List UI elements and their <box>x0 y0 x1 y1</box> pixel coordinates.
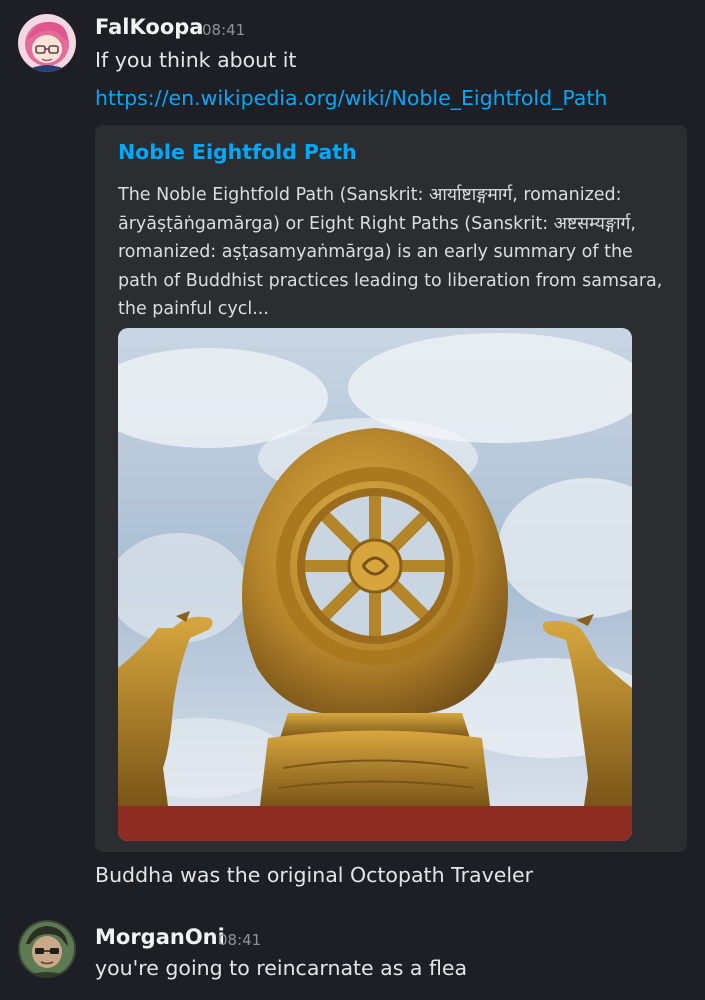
link-embed: Noble Eightfold Path The Noble Eightfold… <box>95 125 687 852</box>
embed-description-line: path of Buddhist practices leading to li… <box>118 270 663 291</box>
dharma-wheel-image <box>118 328 632 841</box>
anime-avatar-icon <box>18 14 76 72</box>
embed-description-line: the painful cycl... <box>118 299 269 319</box>
embed-description-line: The Noble Eightfold Path (Sanskrit: आर्य… <box>118 185 622 205</box>
embed-description: The Noble Eightfold Path (Sanskrit: आर्य… <box>118 181 678 324</box>
character-avatar-icon <box>18 920 76 978</box>
avatar-falkoopa[interactable] <box>18 14 76 72</box>
author-name[interactable]: FalKoopa <box>95 15 203 39</box>
wikipedia-link[interactable]: https://en.wikipedia.org/wiki/Noble_Eigh… <box>95 86 607 110</box>
avatar-morganoni[interactable] <box>18 920 76 978</box>
embed-image[interactable] <box>118 328 632 841</box>
embed-description-line: āryāṣṭāṅgamārga) or Eight Right Paths (S… <box>118 213 636 234</box>
author-name[interactable]: MorganOni <box>95 925 225 949</box>
message-falkoopa: FalKoopa 08:41 If you think about it htt… <box>0 0 705 900</box>
embed-title[interactable]: Noble Eightfold Path <box>118 140 357 164</box>
embed-description-line: romanized: aṣṭasamyaṅmārga) is an early … <box>118 242 633 262</box>
message-text: Buddha was the original Octopath Travele… <box>95 863 534 887</box>
timestamp: 08:41 <box>202 21 246 39</box>
timestamp: 08:41 <box>218 931 262 949</box>
message-text: If you think about it <box>95 48 297 72</box>
message-morganoni: MorganOni 08:41 you're going to reincarn… <box>0 915 705 1000</box>
message-text: you're going to reincarnate as a flea <box>95 956 468 980</box>
